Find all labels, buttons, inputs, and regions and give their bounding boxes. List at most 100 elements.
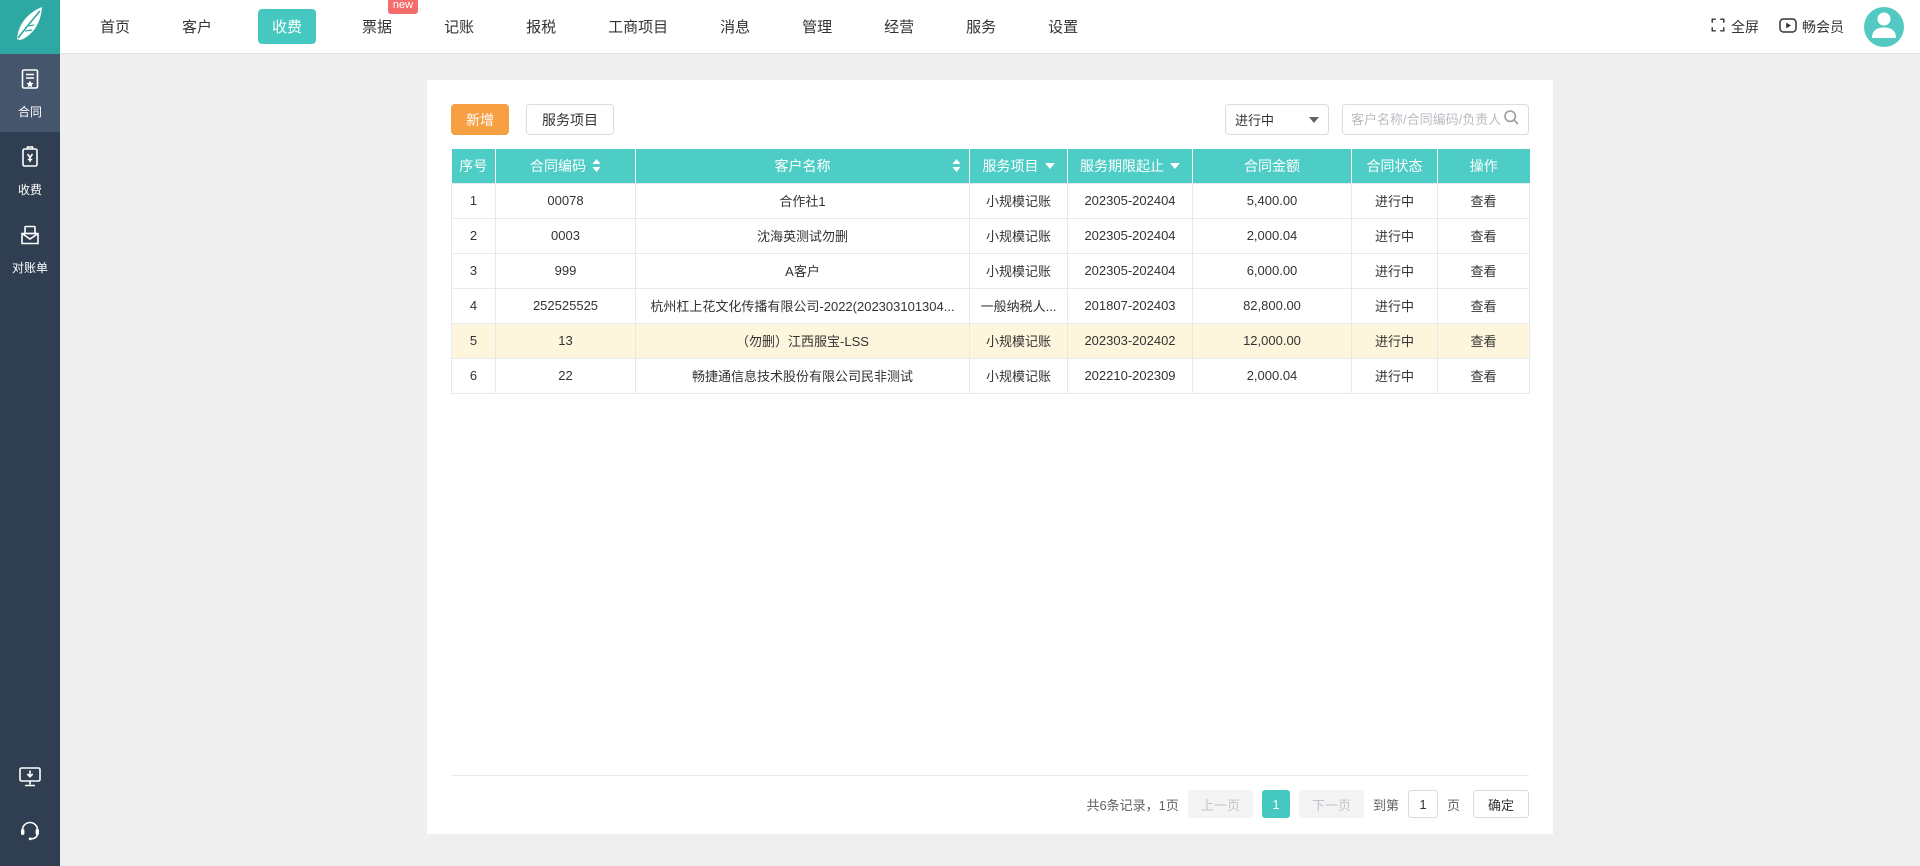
statement-inbox-icon [18, 225, 42, 251]
client-download-icon[interactable] [17, 764, 43, 795]
cell-amount: 5,400.00 [1192, 182, 1352, 219]
sidebar-item-statements[interactable]: 对账单 [0, 210, 60, 288]
fullscreen-button[interactable]: 全屏 [1710, 17, 1759, 37]
cell-amount: 2,000.04 [1192, 217, 1352, 254]
sidebar-item-charges[interactable]: 收费 [0, 132, 60, 210]
customer-service-icon[interactable] [17, 817, 43, 848]
nav-item-label: 首页 [100, 19, 131, 36]
cell-code: 252525525 [495, 287, 636, 324]
nav-item-customers[interactable]: 客户 [176, 9, 218, 44]
nav-item-management[interactable]: 管理 [796, 9, 838, 44]
cell-code: 13 [495, 322, 636, 359]
cell-amount: 2,000.04 [1192, 357, 1352, 394]
header-customer-name[interactable]: 客户名称 [635, 149, 970, 183]
header-service-period[interactable]: 服务期限起止 [1067, 149, 1193, 183]
nav-item-label: 记账 [444, 19, 475, 36]
sort-icon[interactable] [952, 159, 961, 173]
header-service-item[interactable]: 服务项目 [969, 149, 1068, 183]
goto-confirm-button[interactable]: 确定 [1472, 790, 1529, 818]
table-row[interactable]: 3 999 A客户 小规模记账 202305-202404 6,000.00 进… [451, 252, 1530, 289]
play-video-icon [1779, 17, 1797, 36]
nav-item-label: 服务 [966, 19, 997, 36]
search-input[interactable] [1351, 112, 1503, 127]
view-link[interactable]: 查看 [1470, 299, 1496, 314]
cell-amount: 12,000.00 [1192, 322, 1352, 359]
header-contract-code[interactable]: 合同编码 [495, 149, 636, 183]
nav-item-tax[interactable]: 报税 [520, 9, 562, 44]
goto-page-suffix: 页 [1446, 797, 1460, 813]
nav-item-settings[interactable]: 设置 [1042, 9, 1084, 44]
search-icon[interactable] [1503, 109, 1520, 131]
fullscreen-icon [1710, 17, 1726, 36]
header-contract-amount: 合同金额 [1192, 149, 1352, 183]
cell-code: 22 [495, 357, 636, 394]
add-button[interactable]: 新增 [451, 104, 509, 135]
cell-period: 202210-202309 [1067, 357, 1193, 394]
user-avatar[interactable] [1864, 6, 1904, 47]
sidebar-item-label: 对账单 [11, 261, 48, 275]
cell-status: 进行中 [1351, 252, 1438, 289]
pagination: 共6条记录，1页 上一页 1 下一页 到第 页 确定 [451, 790, 1529, 818]
service-items-button[interactable]: 服务项目 [526, 104, 614, 135]
view-link[interactable]: 查看 [1470, 264, 1496, 279]
nav-item-label: 报税 [526, 19, 557, 36]
sidebar-bottom-icons [0, 764, 60, 848]
sidebar-item-contracts[interactable]: 合同 [0, 54, 60, 132]
nav-item-bookkeeping[interactable]: 记账 [438, 9, 480, 44]
goto-page-prefix: 到第 [1372, 797, 1399, 813]
cell-seq: 3 [451, 252, 496, 289]
nav-item-label: 消息 [720, 19, 751, 36]
chevron-down-icon [1309, 116, 1319, 123]
header-seq: 序号 [451, 149, 496, 183]
table-row[interactable]: 1 00078 合作社1 小规模记账 202305-202404 5,400.0… [451, 182, 1530, 219]
nav-item-services[interactable]: 服务 [960, 9, 1002, 44]
nav-item-home[interactable]: 首页 [94, 9, 136, 44]
left-sidebar: 合同 收费 对账单 [0, 54, 60, 866]
sidebar-item-label: 收费 [17, 183, 42, 197]
nav-item-label: 经营 [884, 19, 915, 36]
nav-item-operations[interactable]: 经营 [878, 9, 920, 44]
cell-service: 小规模记账 [969, 182, 1068, 219]
new-badge: new [387, 0, 419, 14]
next-page-button[interactable]: 下一页 [1298, 790, 1364, 818]
table-row[interactable]: 6 22 畅捷通信息技术股份有限公司民非测试 小规模记账 202210-2023… [451, 357, 1530, 394]
filter-chevron-icon[interactable] [1170, 162, 1180, 169]
view-link[interactable]: 查看 [1470, 334, 1496, 349]
cell-service: 一般纳税人... [969, 287, 1068, 324]
sort-icon[interactable] [592, 159, 601, 173]
cell-status: 进行中 [1351, 182, 1438, 219]
cell-seq: 4 [451, 287, 496, 324]
page-number-current[interactable]: 1 [1261, 790, 1290, 818]
content-card: 新增 服务项目 进行中 客户名称/合同编码/负责人 序号 合同编码 客户名称 服… [427, 80, 1553, 834]
view-link[interactable]: 查看 [1470, 229, 1496, 244]
table-row[interactable]: 2 0003 沈海英测试勿删 小规模记账 202305-202404 2,000… [451, 217, 1530, 254]
records-summary: 共6条记录，1页 [1086, 797, 1179, 813]
table-header-row: 序号 合同编码 客户名称 服务项目 服务期限起止 合同金额 合同状态 操作 [451, 149, 1530, 183]
status-filter-select[interactable]: 进行中 [1225, 104, 1329, 135]
filter-chevron-icon[interactable] [1044, 162, 1055, 169]
goto-page-input[interactable] [1407, 790, 1438, 818]
toolbar-right: 进行中 [1225, 104, 1529, 135]
cell-period: 202305-202404 [1067, 217, 1193, 254]
table-row[interactable]: 4 252525525 杭州杠上花文化传播有限公司-2022(202303101… [451, 287, 1530, 324]
cell-service: 小规模记账 [969, 217, 1068, 254]
nav-item-invoices[interactable]: 票据 new [356, 0, 419, 44]
member-button[interactable]: 畅会员 [1779, 17, 1844, 37]
prev-page-button[interactable]: 上一页 [1187, 790, 1253, 818]
header-actions: 操作 [1437, 149, 1530, 183]
cell-period: 202305-202404 [1067, 252, 1193, 289]
cell-customer: （勿删）江西服宝-LSS [635, 322, 970, 359]
card-footer: 共6条记录，1页 上一页 1 下一页 到第 页 确定 [451, 775, 1529, 834]
app-logo[interactable] [0, 0, 60, 54]
header-label: 合同金额 [1244, 157, 1300, 174]
top-navbar: 首页 客户 收费 票据 new 记账 报税 工商项目 消息 管理 经营 服务 设… [0, 0, 1920, 54]
cell-customer: 沈海英测试勿删 [635, 217, 970, 254]
table-row-highlighted[interactable]: 5 13 （勿删）江西服宝-LSS 小规模记账 202303-202402 12… [451, 322, 1530, 359]
member-label: 畅会员 [1802, 18, 1844, 35]
feather-logo-icon [13, 5, 47, 48]
view-link[interactable]: 查看 [1470, 369, 1496, 384]
nav-item-charges[interactable]: 收费 [258, 9, 317, 44]
view-link[interactable]: 查看 [1470, 194, 1496, 209]
nav-item-messages[interactable]: 消息 [714, 9, 756, 44]
nav-item-business-projects[interactable]: 工商项目 [602, 9, 674, 44]
